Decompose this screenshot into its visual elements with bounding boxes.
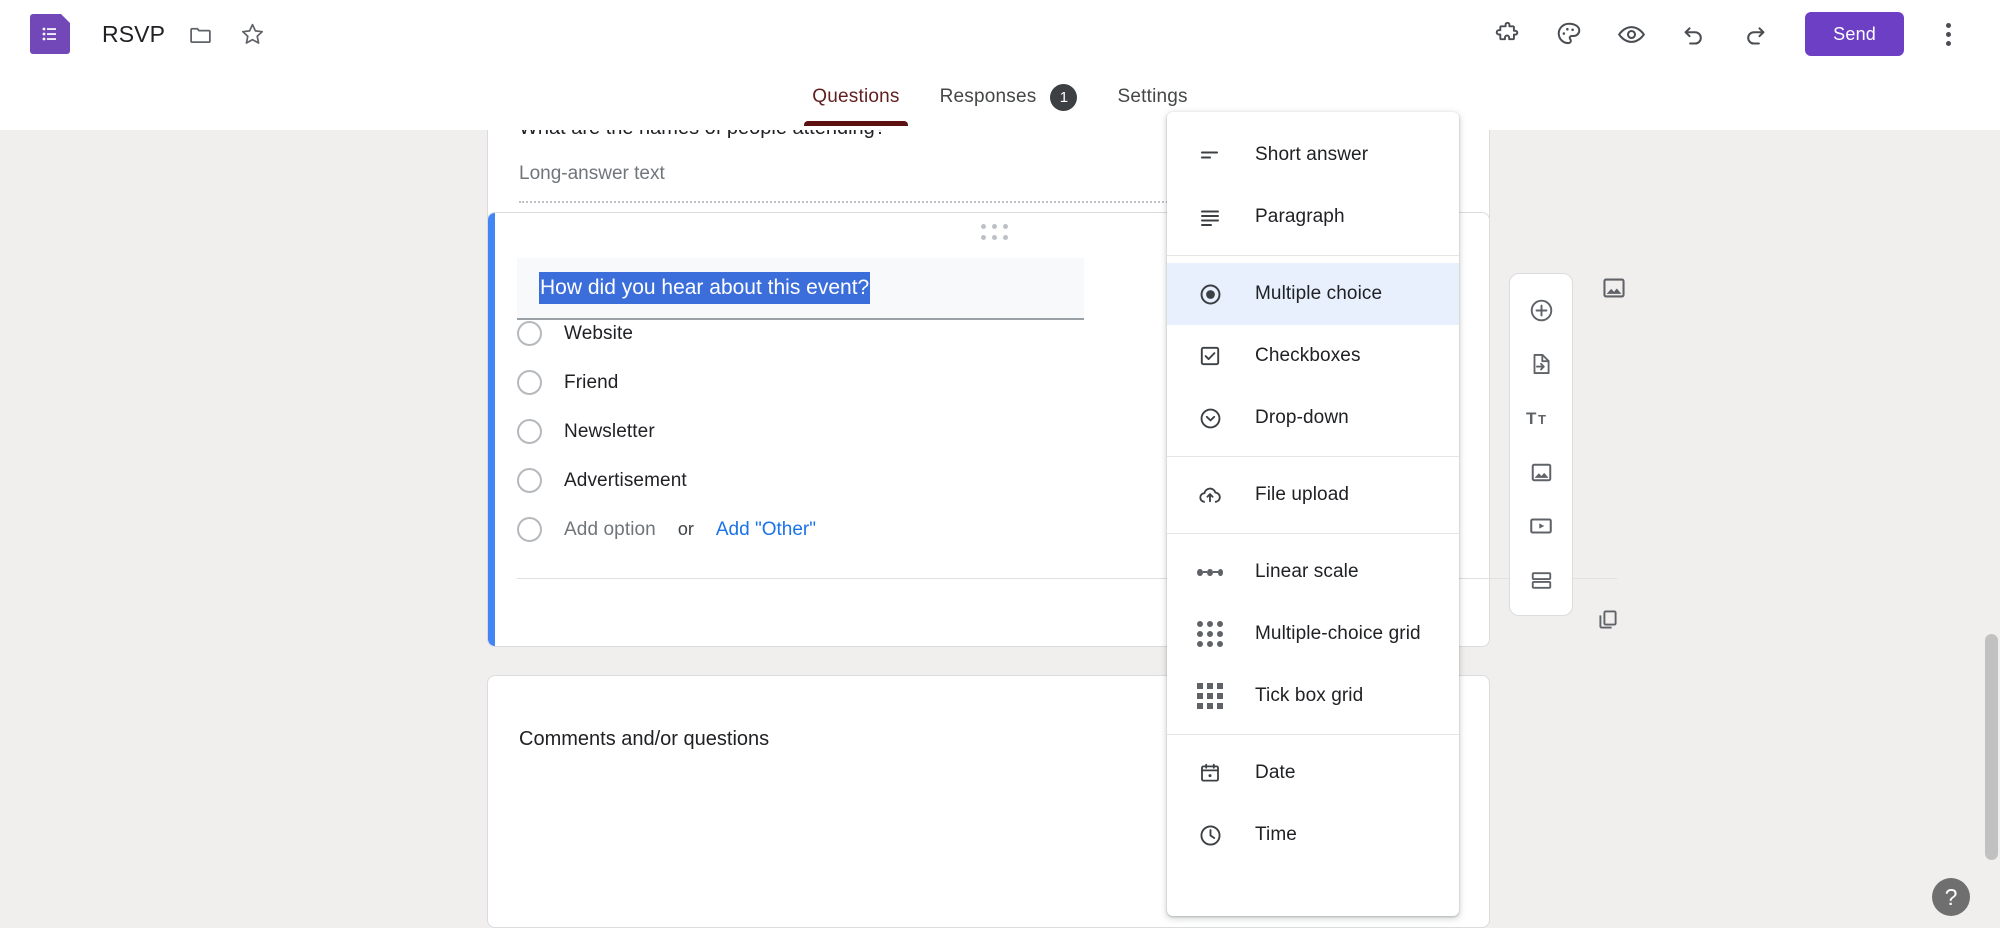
menu-item-label: Short answer <box>1255 144 1369 165</box>
option-row-2[interactable]: Newsletter <box>517 419 655 444</box>
scrollbar-thumb[interactable] <box>1985 634 1998 860</box>
menu-item-file-upload[interactable]: File upload <box>1167 464 1459 526</box>
drag-handle-icon[interactable] <box>981 224 1009 241</box>
menu-item-tick-box-grid[interactable]: Tick box grid <box>1167 665 1459 727</box>
addons-icon[interactable] <box>1483 10 1531 58</box>
menu-separator <box>1167 255 1459 256</box>
star-icon[interactable] <box>235 17 269 51</box>
linear-scale-icon <box>1197 559 1224 585</box>
short-answer-icon <box>1197 142 1223 168</box>
undo-icon[interactable] <box>1669 10 1717 58</box>
add-option-button[interactable]: Add option <box>564 519 656 541</box>
send-button[interactable]: Send <box>1805 12 1904 56</box>
tab-bar: Questions Responses 1 Settings <box>0 68 2000 130</box>
menu-item-label: Date <box>1255 762 1296 783</box>
menu-item-multiple-choice[interactable]: Multiple choice <box>1167 263 1459 325</box>
add-question-icon[interactable] <box>1519 288 1563 332</box>
radio-grid-icon <box>1197 621 1223 647</box>
add-video-icon[interactable] <box>1519 504 1563 548</box>
menu-item-label: Linear scale <box>1255 561 1359 582</box>
add-title-description-icon[interactable]: T T <box>1519 396 1563 440</box>
clock-icon <box>1197 822 1223 848</box>
option-row-3[interactable]: Advertisement <box>517 468 687 493</box>
kebab-menu-icon[interactable] <box>1924 10 1972 58</box>
menu-item-label: Multiple-choice grid <box>1255 623 1421 644</box>
radio-button-icon[interactable] <box>517 321 542 346</box>
radio-button-icon[interactable] <box>517 370 542 395</box>
menu-item-checkboxes[interactable]: Checkboxes <box>1167 325 1459 387</box>
question-title-input[interactable]: How did you hear about this event? <box>517 258 1084 320</box>
menu-item-linear-scale[interactable]: Linear scale <box>1167 541 1459 603</box>
app-header: RSVP Send <box>0 0 2000 68</box>
google-forms-logo-icon[interactable] <box>30 14 70 54</box>
option-label[interactable]: Friend <box>564 372 618 394</box>
calendar-icon <box>1197 760 1223 786</box>
menu-item-label: Drop-down <box>1255 407 1349 428</box>
menu-item-time[interactable]: Time <box>1167 804 1459 866</box>
menu-item-drop-down[interactable]: Drop-down <box>1167 387 1459 449</box>
checkbox-grid-icon <box>1197 683 1223 709</box>
duplicate-icon[interactable] <box>1586 597 1630 641</box>
menu-separator <box>1167 734 1459 735</box>
tab-questions-label: Questions <box>812 86 900 107</box>
long-answer-placeholder: Long-answer text <box>519 163 665 184</box>
menu-item-paragraph[interactable]: Paragraph <box>1167 186 1459 248</box>
radio-button-icon[interactable] <box>517 419 542 444</box>
menu-item-label: Multiple choice <box>1255 283 1383 304</box>
menu-item-label: Paragraph <box>1255 206 1345 227</box>
responses-count-badge: 1 <box>1050 83 1078 111</box>
option-label[interactable]: Advertisement <box>564 470 687 492</box>
menu-item-label: Checkboxes <box>1255 345 1361 366</box>
option-label[interactable]: Newsletter <box>564 421 655 443</box>
svg-text:T: T <box>1526 409 1537 428</box>
import-questions-icon[interactable] <box>1519 342 1563 386</box>
tab-responses[interactable]: Responses 1 <box>920 68 1098 126</box>
menu-separator <box>1167 533 1459 534</box>
checkbox-icon <box>1197 343 1223 369</box>
help-button[interactable]: ? <box>1932 878 1970 916</box>
eye-icon[interactable] <box>1607 10 1655 58</box>
menu-item-date[interactable]: Date <box>1167 742 1459 804</box>
menu-item-multiple-choice-grid[interactable]: Multiple-choice grid <box>1167 603 1459 665</box>
add-image-icon[interactable] <box>1519 450 1563 494</box>
tab-settings-label: Settings <box>1117 86 1188 107</box>
question-tools-toolbar: T T <box>1509 273 1573 616</box>
chevron-down-circle-icon <box>1197 405 1223 431</box>
menu-item-short-answer[interactable]: Short answer <box>1167 124 1459 186</box>
paragraph-icon <box>1197 204 1223 230</box>
tab-responses-label: Responses <box>939 86 1037 107</box>
cloud-upload-icon <box>1197 482 1223 508</box>
tab-questions[interactable]: Questions <box>792 68 919 126</box>
or-separator-label: or <box>677 519 694 539</box>
next-question-title[interactable]: Comments and/or questions <box>519 728 769 751</box>
option-row-1[interactable]: Friend <box>517 370 618 395</box>
menu-item-label: Tick box grid <box>1255 685 1364 706</box>
menu-bottom-padding <box>1167 866 1459 880</box>
add-option-row[interactable]: Add option or Add "Other" <box>517 517 816 542</box>
menu-item-label: Time <box>1255 824 1297 845</box>
folder-icon[interactable] <box>183 17 217 51</box>
form-canvas: What are the names of people attending? … <box>0 130 2000 928</box>
document-title[interactable]: RSVP <box>102 21 165 48</box>
menu-item-label: File upload <box>1255 484 1350 505</box>
svg-text:T: T <box>1538 412 1546 427</box>
question-type-dropdown-menu[interactable]: Short answer Paragraph Multiple choice C… <box>1167 112 1459 916</box>
radio-button-icon <box>1197 281 1223 307</box>
menu-separator <box>1167 456 1459 457</box>
menu-top-padding <box>1167 112 1459 124</box>
page-scrollbar[interactable] <box>1983 130 2000 928</box>
active-card-indicator <box>488 213 495 646</box>
redo-icon[interactable] <box>1731 10 1779 58</box>
radio-button-icon[interactable] <box>517 468 542 493</box>
option-label[interactable]: Website <box>564 323 633 345</box>
add-other-button[interactable]: Add "Other" <box>716 519 816 541</box>
insert-image-icon[interactable] <box>1591 265 1637 311</box>
previous-question-title[interactable]: What are the names of people attending? <box>519 130 886 140</box>
option-row-0[interactable]: Website <box>517 321 633 346</box>
add-section-icon[interactable] <box>1519 558 1563 602</box>
question-title-text[interactable]: How did you hear about this event? <box>539 272 871 304</box>
radio-button-placeholder-icon <box>517 517 542 542</box>
palette-icon[interactable] <box>1545 10 1593 58</box>
